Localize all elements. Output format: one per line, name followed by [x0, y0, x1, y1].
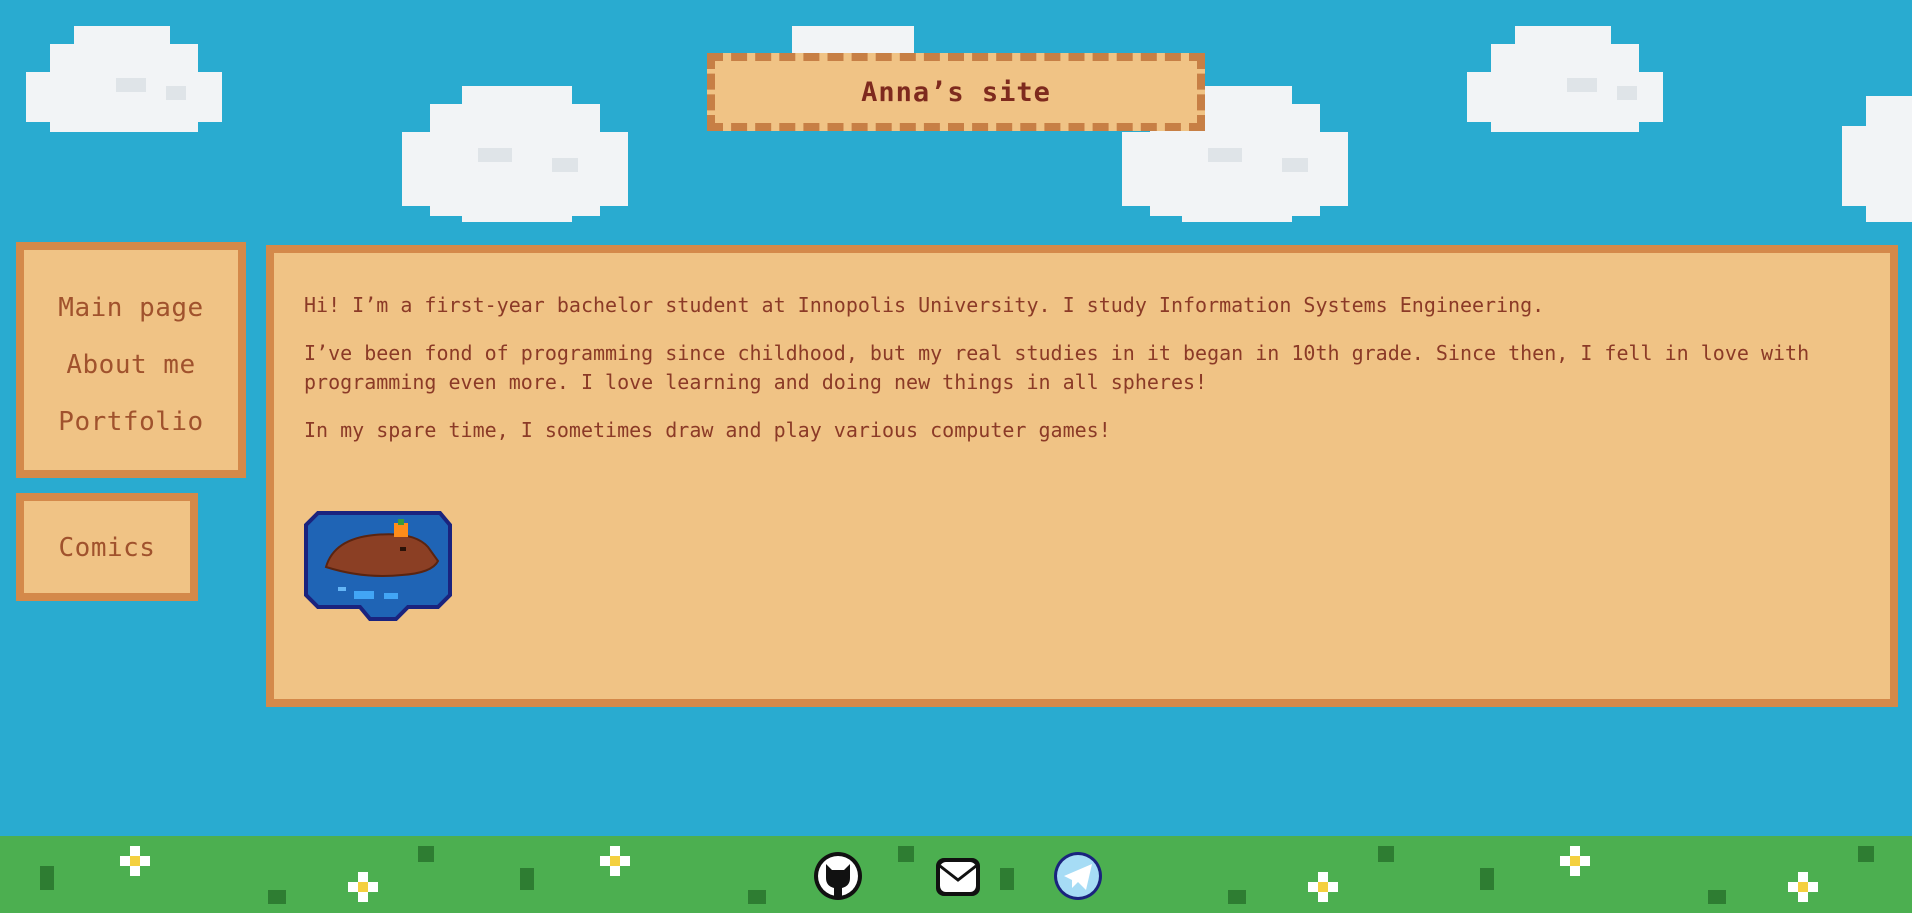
site-title: Anna’s site [861, 76, 1051, 108]
comics-nav: Comics [16, 493, 198, 601]
grass-tuft [748, 890, 766, 904]
daisy-flower [600, 846, 630, 876]
telegram-icon[interactable] [1052, 850, 1104, 902]
grass-tuft [268, 890, 286, 904]
daisy-flower [1308, 872, 1338, 902]
github-icon[interactable] [812, 850, 864, 902]
daisy-flower [348, 872, 378, 902]
nav-link-comics[interactable]: Comics [24, 534, 190, 562]
cloud [1842, 96, 1912, 222]
grass-tuft [1480, 868, 1494, 890]
daisy-flower [1560, 846, 1590, 876]
site-title-banner: Anna’s site [707, 53, 1205, 131]
main-nav: Main page About me Portfolio [16, 242, 246, 478]
nav-link-main-page[interactable]: Main page [24, 280, 238, 337]
grass-tuft [40, 866, 54, 890]
grass-tuft [1378, 846, 1394, 862]
daisy-flower [1788, 872, 1818, 902]
cloud [26, 26, 222, 132]
about-content: Hi! I’m a first-year bachelor student at… [266, 245, 1898, 707]
grass-tuft [1228, 890, 1246, 904]
grass-tuft [1000, 868, 1014, 890]
cloud [1467, 26, 1663, 132]
nav-link-about-me[interactable]: About me [24, 337, 238, 394]
nav-link-portfolio[interactable]: Portfolio [24, 394, 238, 451]
grass-tuft [1858, 846, 1874, 862]
daisy-flower [120, 846, 150, 876]
mail-icon[interactable] [932, 850, 984, 902]
grass-tuft [1708, 890, 1726, 904]
cloud [792, 26, 914, 56]
grass-tuft [898, 846, 914, 862]
intro-paragraph: Hi! I’m a first-year bachelor student at… [304, 293, 1545, 317]
grass-tuft [418, 846, 434, 862]
grass-tuft [520, 868, 534, 890]
hobbies-paragraph: In my spare time, I sometimes draw and p… [304, 418, 1111, 442]
cloud [402, 86, 628, 222]
programming-paragraph: I’ve been fond of programming since chil… [304, 341, 1810, 394]
capybara-image [304, 511, 452, 621]
